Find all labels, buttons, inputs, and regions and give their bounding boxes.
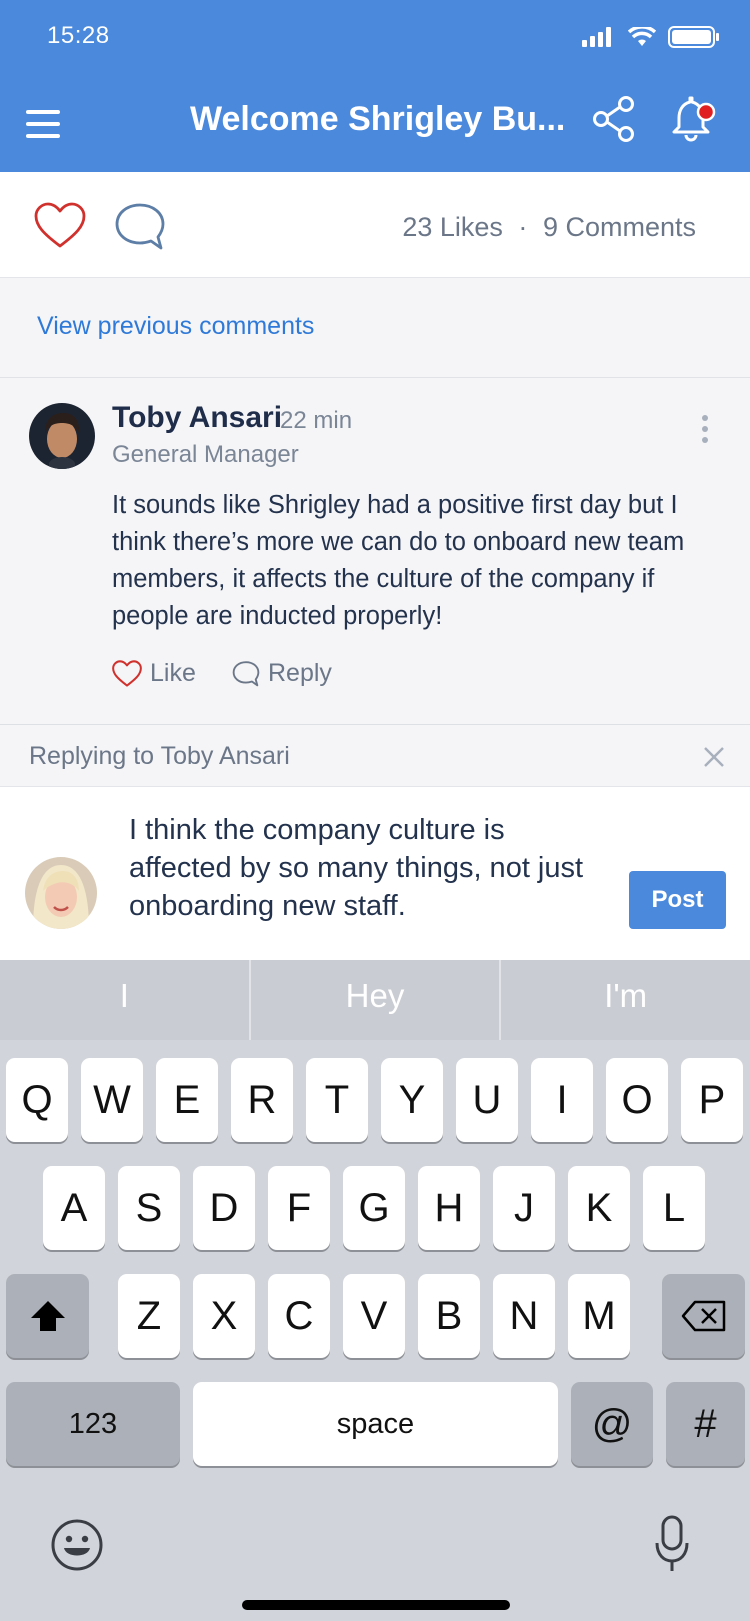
view-previous-section: View previous comments <box>0 278 750 378</box>
reply-label: Reply <box>268 659 332 687</box>
cellular-signal-icon <box>582 27 611 47</box>
comment-author-role: General Manager <box>112 441 299 468</box>
key-x[interactable]: X <box>193 1274 255 1358</box>
view-previous-comments-link[interactable]: View previous comments <box>37 312 314 341</box>
reply-composer: I think the company culture is affected … <box>0 786 750 960</box>
replying-to-label: Replying to Toby Ansari <box>29 742 290 770</box>
notification-dot <box>696 102 716 122</box>
key-b[interactable]: B <box>418 1274 480 1358</box>
menu-button[interactable] <box>26 110 60 138</box>
avatar <box>25 857 97 929</box>
key-i[interactable]: I <box>531 1058 593 1142</box>
key-v[interactable]: V <box>343 1274 405 1358</box>
share-button[interactable] <box>592 95 636 143</box>
app-header: 15:28 Welcome Shrigley Bu... <box>0 0 750 172</box>
replying-to-bar: Replying to Toby Ansari <box>0 724 750 786</box>
close-icon <box>704 747 724 767</box>
suggestion-item[interactable]: I'm <box>499 960 750 1040</box>
page-title: Welcome Shrigley Bu... <box>190 100 566 138</box>
key-k[interactable]: K <box>568 1166 630 1250</box>
key-h[interactable]: H <box>418 1166 480 1250</box>
key-d[interactable]: D <box>193 1166 255 1250</box>
comment-bubble-icon <box>115 203 165 250</box>
key-z[interactable]: Z <box>118 1274 180 1358</box>
shift-key[interactable] <box>6 1274 89 1358</box>
key-n[interactable]: N <box>493 1274 555 1358</box>
key-c[interactable]: C <box>268 1274 330 1358</box>
post-button[interactable]: Post <box>629 871 726 929</box>
suggestion-item[interactable]: I <box>0 960 249 1040</box>
key-p[interactable]: P <box>681 1058 743 1142</box>
emoji-button[interactable] <box>50 1518 104 1572</box>
keyboard: I Hey I'm Q W E R T Y U I O P A S D F G … <box>0 960 750 1621</box>
wifi-icon <box>628 27 656 46</box>
space-key[interactable]: space <box>193 1382 558 1466</box>
status-time: 15:28 <box>47 22 110 49</box>
backspace-icon <box>681 1300 725 1332</box>
reaction-bar: 23 Likes · 9 Comments <box>0 172 750 278</box>
microphone-icon <box>655 1515 689 1571</box>
key-l[interactable]: L <box>643 1166 705 1250</box>
emoji-icon <box>51 1519 103 1571</box>
like-label: Like <box>150 659 196 687</box>
dictation-button[interactable] <box>654 1515 690 1573</box>
key-g[interactable]: G <box>343 1166 405 1250</box>
key-j[interactable]: J <box>493 1166 555 1250</box>
battery-icon <box>668 26 719 48</box>
key-m[interactable]: M <box>568 1274 630 1358</box>
key-e[interactable]: E <box>156 1058 218 1142</box>
more-options-button[interactable] <box>700 415 710 449</box>
comment-post-button[interactable] <box>114 202 166 252</box>
comments-count[interactable]: 9 Comments <box>543 212 696 242</box>
key-w[interactable]: W <box>81 1058 143 1142</box>
key-s[interactable]: S <box>118 1166 180 1250</box>
key-q[interactable]: Q <box>6 1058 68 1142</box>
comment-timestamp: 22 min <box>280 407 353 434</box>
home-indicator[interactable] <box>242 1600 510 1610</box>
comment-text: It sounds like Shrigley had a positive f… <box>112 491 685 630</box>
comment-item: Toby Ansari 22 min General Manager It so… <box>0 379 750 724</box>
key-o[interactable]: O <box>606 1058 668 1142</box>
suggestion-item[interactable]: Hey <box>248 960 500 1040</box>
predictive-bar: I Hey I'm <box>0 960 750 1040</box>
comment-bubble-icon <box>232 660 260 686</box>
key-r[interactable]: R <box>231 1058 293 1142</box>
comment-author[interactable]: Toby Ansari <box>112 401 282 435</box>
backspace-key[interactable] <box>662 1274 745 1358</box>
notifications-button[interactable] <box>670 94 718 142</box>
key-u[interactable]: U <box>456 1058 518 1142</box>
numbers-key[interactable]: 123 <box>6 1382 180 1466</box>
key-a[interactable]: A <box>43 1166 105 1250</box>
key-t[interactable]: T <box>306 1058 368 1142</box>
likes-count[interactable]: 23 Likes <box>402 212 503 242</box>
bell-icon <box>672 96 716 142</box>
heart-icon <box>112 659 142 687</box>
avatar[interactable] <box>29 403 95 469</box>
share-icon <box>593 96 634 142</box>
post-stats: 23 Likes · 9 Comments <box>402 212 696 243</box>
like-post-button[interactable] <box>34 202 86 250</box>
comment-reply-button[interactable]: Reply <box>232 659 332 688</box>
status-icons <box>582 26 720 48</box>
reply-input[interactable]: I think the company culture is affected … <box>129 811 599 925</box>
cancel-reply-button[interactable] <box>702 745 726 769</box>
key-y[interactable]: Y <box>381 1058 443 1142</box>
stats-separator: · <box>518 212 528 242</box>
at-key[interactable]: @ <box>571 1382 653 1466</box>
shift-arrow-icon <box>30 1301 65 1331</box>
key-f[interactable]: F <box>268 1166 330 1250</box>
hash-key[interactable]: # <box>666 1382 745 1466</box>
comment-like-button[interactable]: Like <box>112 659 196 688</box>
heart-icon <box>34 202 86 248</box>
